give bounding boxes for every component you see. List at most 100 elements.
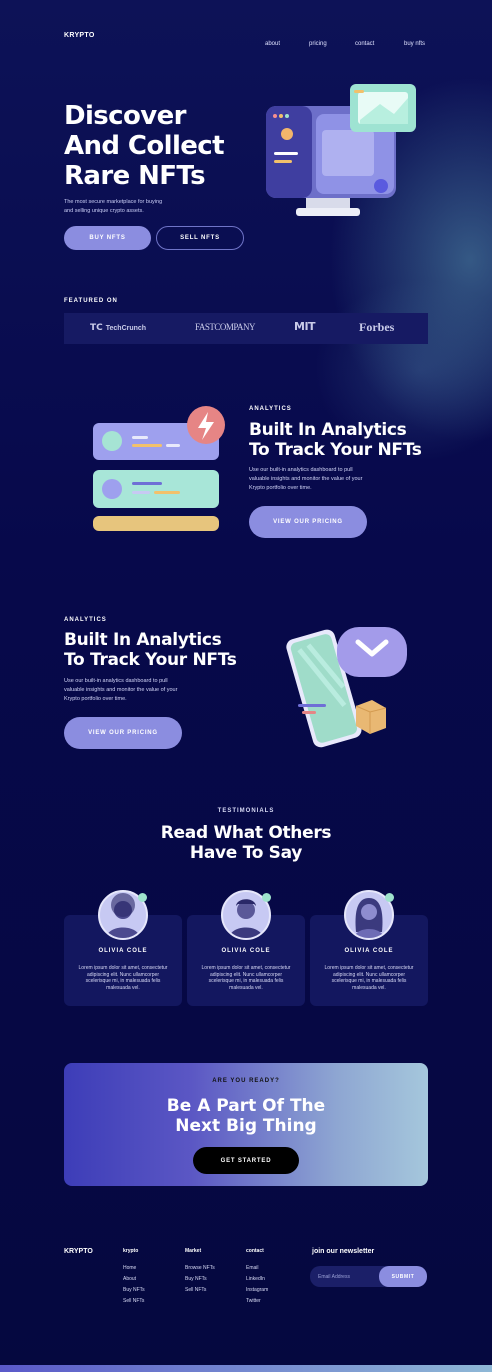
- phone-tag-1: [298, 704, 326, 707]
- cta-label: ARE YOU READY?: [212, 1078, 280, 1084]
- feature2-text-line-3: Krypto portfolio over time.: [64, 696, 127, 702]
- avatar-2-status-dot: [262, 893, 271, 902]
- testimonial-1-text-line-4: malesuada vel.: [106, 984, 140, 991]
- testimonials-label: TESTIMONIALS: [217, 808, 275, 814]
- feature1-pricing-button[interactable]: VIEW OUR PRICING: [249, 506, 367, 538]
- footer-link-email[interactable]: Email: [246, 1265, 268, 1271]
- feature2-text-line-1: Use our built-in analytics dashboard to …: [64, 678, 168, 684]
- hero-title: Discover And Collect Rare NFTs: [64, 101, 264, 191]
- hero-subtitle-line-2: and selling unique crypto assets.: [64, 208, 144, 214]
- analytics-cards-illustration: [93, 406, 225, 531]
- logo[interactable]: KRYPTO: [64, 32, 95, 39]
- footer-link-buy-nfts[interactable]: Buy NFTs: [123, 1287, 145, 1293]
- hero-title-line-1: Discover: [64, 101, 186, 131]
- bottom-accent-bar: [0, 1365, 492, 1372]
- feature1-title-line-2: To Track Your NFTs: [249, 440, 422, 460]
- testimonial-2-text-line-4: malesuada vel.: [229, 984, 263, 991]
- testimonial-1-text-line-1: Lorem ipsum dolor sit amet, consectetur: [78, 965, 168, 971]
- feature2-text: Use our built-in analytics dashboard to …: [64, 677, 244, 704]
- nav-buy-nfts-link[interactable]: buy nfts: [404, 32, 425, 50]
- testimonial-2-text-line-1: Lorem ipsum dolor sit amet, consectetur: [201, 965, 291, 971]
- footer-link-market-sell-nfts[interactable]: Sell NFTs: [185, 1287, 215, 1293]
- techcrunch-icon: TC: [90, 323, 103, 333]
- footer-link-about[interactable]: About: [123, 1276, 145, 1282]
- feature2-pricing-button[interactable]: VIEW OUR PRICING: [64, 717, 182, 749]
- cta-title-line-2: Next Big Thing: [175, 1116, 317, 1136]
- page: KRYPTO about pricing contact buy nfts Di…: [0, 0, 492, 1372]
- nav-buy-nfts-text[interactable]: buy nfts: [404, 41, 425, 47]
- testimonials-title-line-1: Read What Others: [160, 823, 332, 843]
- feature2-label: ANALYTICS: [64, 617, 107, 623]
- brand-mit: MIT: [294, 320, 316, 333]
- monitor-base: [296, 208, 360, 216]
- footer-column-market-heading: Market: [185, 1248, 202, 1254]
- feature2-title-line-1: Built In Analytics: [64, 630, 222, 650]
- brand-techcrunch: TC TechCrunch: [90, 323, 146, 333]
- testimonial-3-text: Lorem ipsum dolor sit amet, consectetur …: [310, 965, 428, 991]
- footer-link-browse-nfts[interactable]: Browse NFTs: [185, 1265, 215, 1271]
- avatar-3-status-dot: [385, 893, 394, 902]
- testimonial-3-text-line-4: malesuada vel.: [352, 984, 386, 991]
- testimonials-title-line-2: Have To Say: [189, 843, 303, 863]
- sidebar-avatar: [281, 128, 293, 140]
- nav-about-text[interactable]: about: [265, 41, 280, 47]
- sell-nfts-button[interactable]: SELL NFTS: [156, 226, 244, 250]
- feature2-title-line-2: To Track Your NFTs: [64, 650, 237, 670]
- window-dot-red: [273, 114, 277, 118]
- phone-tag-2: [302, 711, 316, 714]
- nav-about-link[interactable]: about: [265, 32, 280, 50]
- testimonial-1-text: Lorem ipsum dolor sit amet, consectetur …: [64, 965, 182, 991]
- footer-column-contact-heading: contact: [246, 1248, 264, 1254]
- newsletter-submit-button[interactable]: SUBMIT: [379, 1266, 427, 1287]
- feature2-text-line-2: valuable insights and monitor the value …: [64, 687, 178, 693]
- hero-title-line-3: Rare NFTs: [64, 161, 206, 191]
- footer-column-contact: contact Email LinkedIn Instagram Twitter: [246, 1248, 268, 1304]
- feature1-text-line-2: valuable insights and monitor the value …: [249, 476, 363, 482]
- brand-fastcompany: FASTCOMPANY: [195, 322, 256, 332]
- feature1-text-line-1: Use our built-in analytics dashboard to …: [249, 467, 353, 473]
- testimonials-title: Read What Others Have To Say: [0, 823, 492, 863]
- testimonial-3-name: OLIVIA COLE: [344, 948, 394, 954]
- footer-link-linkedin[interactable]: LinkedIn: [246, 1276, 268, 1282]
- testimonial-3-text-line-1: Lorem ipsum dolor sit amet, consectetur: [324, 965, 414, 971]
- testimonial-2-name: OLIVIA COLE: [221, 948, 271, 954]
- footer-column-krypto: krypto Home About Buy NFTs Sell NFTs: [123, 1248, 145, 1304]
- nav-contact-link[interactable]: contact: [355, 32, 374, 50]
- stat-card-1-icon: [102, 431, 122, 451]
- avatar-1-status-dot: [138, 893, 147, 902]
- testimonial-1-name: OLIVIA COLE: [98, 948, 148, 954]
- stat-card-3: [93, 516, 219, 531]
- testimonial-2-text: Lorem ipsum dolor sit amet, consectetur …: [187, 965, 305, 991]
- nav-pricing-link[interactable]: pricing: [309, 32, 327, 50]
- stat-card-2-line-2: [132, 491, 150, 494]
- nav-contact-text[interactable]: contact: [355, 41, 374, 47]
- sidebar-line: [274, 152, 298, 155]
- feature1-text-line-3: Krypto portfolio over time.: [249, 485, 312, 491]
- feature1-title: Built In Analytics To Track Your NFTs: [249, 420, 449, 460]
- featured-label: FEATURED ON: [64, 298, 118, 304]
- footer-link-sell-nfts[interactable]: Sell NFTs: [123, 1298, 145, 1304]
- computer-illustration: [266, 84, 416, 216]
- footer-link-market-buy-nfts[interactable]: Buy NFTs: [185, 1276, 215, 1282]
- phone-illustration: [286, 627, 407, 748]
- feature2-title: Built In Analytics To Track Your NFTs: [64, 630, 264, 670]
- hero-subtitle: The most secure marketplace for buying a…: [64, 198, 214, 216]
- stat-card-1-line-accent: [132, 444, 162, 447]
- footer-logo[interactable]: KRYPTO: [64, 1248, 93, 1255]
- brand-techcrunch-text: TechCrunch: [105, 324, 147, 332]
- stat-card-1-line-2: [166, 444, 180, 447]
- buy-nfts-button[interactable]: BUY NFTS: [64, 226, 151, 250]
- sidebar-line-accent: [274, 160, 292, 163]
- footer-link-twitter[interactable]: Twitter: [246, 1298, 268, 1304]
- monitor-button: [374, 179, 388, 193]
- get-started-button[interactable]: GET STARTED: [193, 1147, 299, 1174]
- footer-link-home[interactable]: Home: [123, 1265, 145, 1271]
- footer-link-instagram[interactable]: Instagram: [246, 1287, 268, 1293]
- stat-card-2-icon: [102, 479, 122, 499]
- feature1-text: Use our built-in analytics dashboard to …: [249, 466, 429, 493]
- footer-column-krypto-heading: krypto: [123, 1248, 139, 1254]
- image-card-tag: [354, 90, 364, 93]
- window-dot-green: [285, 114, 289, 118]
- brand-forbes: Forbes: [359, 320, 395, 334]
- nav-pricing-text[interactable]: pricing: [309, 41, 327, 47]
